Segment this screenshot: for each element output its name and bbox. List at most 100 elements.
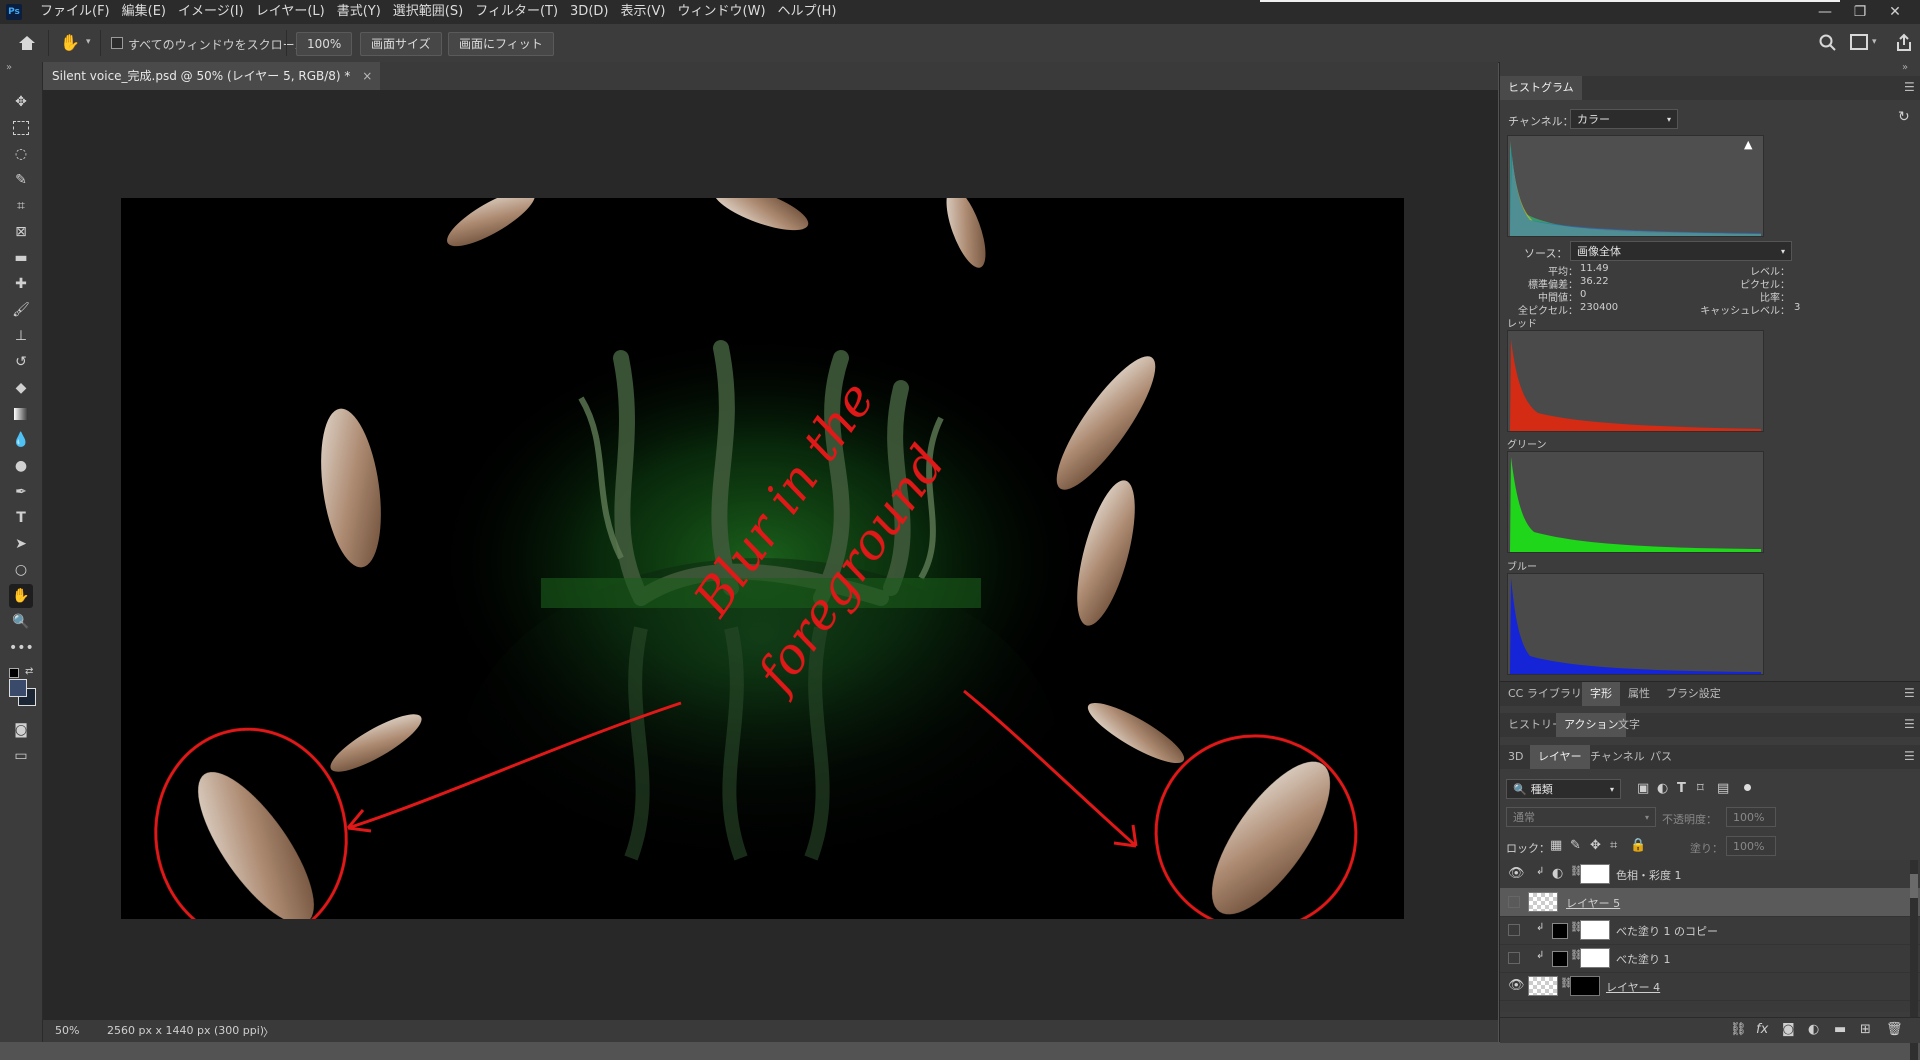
collapse-icon[interactable]: » [6,62,12,73]
ellipse-tool-icon[interactable]: ○ [9,558,33,582]
fit-screen-button[interactable]: 画面にフィット [448,32,554,56]
lock-artboard-icon[interactable]: ⌗ [1610,838,1617,853]
type-tool-icon[interactable]: T [9,506,33,530]
fill-color-swatch[interactable] [1552,923,1568,939]
share-icon[interactable] [1894,33,1914,53]
crop-tool-icon[interactable]: ⌗ [9,194,33,218]
ruler-tool-icon[interactable]: ▬ [9,246,33,270]
menu-type[interactable]: 書式(Y) [331,0,387,24]
fill-input[interactable]: 100% [1726,836,1776,856]
adjustment-icon[interactable]: ◐ [1808,1022,1819,1037]
lock-transparent-icon[interactable]: ▦ [1550,838,1562,853]
filter-toggle-icon[interactable] [1744,784,1751,791]
menu-image[interactable]: イメージ(I) [172,0,250,24]
path-select-icon[interactable]: ➤ [9,532,33,556]
status-menu-arrow[interactable]: 〉 [263,1024,274,1040]
brush-tool-icon[interactable]: 🖌 [9,298,33,322]
zoom-level[interactable]: 50% [55,1024,79,1037]
tab-brush-settings[interactable]: ブラシ設定 [1658,682,1729,706]
menu-layer[interactable]: レイヤー(L) [250,0,331,24]
history-brush-icon[interactable]: ↺ [9,350,33,374]
panel-menu-icon[interactable]: ☰ [1904,749,1915,763]
close-icon[interactable]: × [362,69,372,83]
zoom-tool-icon[interactable]: 🔍 [9,610,33,634]
panel-menu-icon[interactable]: ☰ [1904,717,1915,731]
eye-icon[interactable]: 👁 [1508,978,1525,993]
trash-icon[interactable]: 🗑 [1886,1022,1903,1037]
more-tools-icon[interactable]: ••• [9,636,34,660]
visibility-toggle[interactable] [1508,896,1520,908]
layer-filter-select[interactable]: 🔍 種類 ▾ [1506,779,1621,799]
tab-paths[interactable]: パス [1642,745,1680,769]
tab-layers[interactable]: レイヤー [1530,745,1590,769]
link-icon[interactable]: ⛓ [1730,1022,1747,1037]
tab-properties[interactable]: 属性 [1620,682,1658,706]
filter-type-icon[interactable]: T [1677,781,1686,796]
menu-view[interactable]: 表示(V) [614,0,671,24]
healing-brush-icon[interactable]: ✚ [9,272,33,296]
panel-menu-icon[interactable]: ☰ [1904,686,1915,700]
blur-tool-icon[interactable]: 💧 [9,428,33,452]
gradient-tool-icon[interactable] [9,402,33,426]
chevron-down-icon[interactable]: ▾ [1872,37,1877,47]
menu-window[interactable]: ウィンドウ(W) [672,0,772,24]
stamp-tool-icon[interactable]: ⊥ [9,324,33,348]
filter-pixel-icon[interactable]: ▣ [1637,781,1649,796]
eye-icon[interactable]: 👁 [1508,866,1525,881]
layer-mask-thumbnail[interactable] [1580,920,1610,940]
layer-mask-thumbnail[interactable] [1570,976,1600,996]
document-tab[interactable]: Silent voice_完成.psd @ 50% (レイヤー 5, RGB/8… [43,62,381,90]
screen-mode-icon[interactable]: ▭ [9,744,33,768]
dodge-tool-icon[interactable]: ● [9,454,33,478]
layer-row[interactable]: 👁 ↲ ◐ ⛓ 色相・彩度 1 [1500,860,1920,889]
mask-icon[interactable]: ◙ [1782,1022,1795,1037]
menu-file[interactable]: ファイル(F) [34,0,116,24]
home-icon[interactable] [16,32,38,54]
refresh-icon[interactable]: ↻ [1898,109,1910,125]
workspace-icon[interactable] [1850,34,1868,50]
blend-mode-select[interactable]: 通常 ▾ [1506,807,1656,827]
source-select[interactable]: 画像全体 ▾ [1570,241,1792,261]
scrollbar-thumb[interactable] [1910,874,1918,898]
hand-tool-icon[interactable]: ✋ [60,32,82,54]
swap-colors-icon[interactable]: ⇄ [25,666,33,677]
zoom-100-button[interactable]: 100% [296,32,353,56]
filter-adjustment-icon[interactable]: ◐ [1657,781,1668,796]
tab-character[interactable]: 文字 [1610,713,1648,737]
marquee-tool-icon[interactable] [9,116,33,140]
folder-icon[interactable]: ▬ [1834,1022,1846,1037]
chevron-down-icon[interactable]: ▾ [86,37,91,47]
visibility-toggle[interactable] [1508,924,1520,936]
menu-3d[interactable]: 3D(D) [564,0,614,24]
close-button[interactable]: ✕ [1880,0,1910,24]
lock-pixels-icon[interactable]: ✎ [1570,838,1581,853]
menu-help[interactable]: ヘルプ(H) [772,0,843,24]
layer-mask-thumbnail[interactable] [1580,864,1610,884]
fill-color-swatch[interactable] [1552,951,1568,967]
layer-row[interactable]: 👁 ⛓ レイヤー 4 [1500,972,1920,1001]
frame-tool-icon[interactable]: ⊠ [9,220,33,244]
restore-button[interactable]: ❐ [1845,0,1875,24]
move-tool-icon[interactable]: ✥ [9,90,33,114]
tab-histogram[interactable]: ヒストグラム [1500,76,1582,100]
filter-shape-icon[interactable]: ⌑ [1697,781,1704,796]
hand-tool-icon[interactable]: ✋ [9,584,33,608]
layer-row[interactable]: レイヤー 5 [1500,888,1920,917]
channel-select[interactable]: カラー ▾ [1570,109,1678,129]
tab-glyphs[interactable]: 字形 [1582,682,1620,706]
layer-mask-thumbnail[interactable] [1580,948,1610,968]
eraser-tool-icon[interactable]: ◆ [9,376,33,400]
opacity-input[interactable]: 100% [1726,807,1776,827]
lock-position-icon[interactable]: ✥ [1590,838,1601,853]
quick-mask-icon[interactable]: ◙ [9,718,33,742]
lock-all-icon[interactable]: 🔒 [1630,838,1646,853]
new-layer-icon[interactable]: ⊞ [1860,1022,1871,1037]
menu-filter[interactable]: フィルター(T) [469,0,564,24]
visibility-toggle[interactable] [1508,952,1520,964]
search-icon[interactable] [1818,33,1838,53]
document-canvas[interactable]: Blur in the foreground [121,198,1404,919]
panel-menu-icon[interactable]: ☰ [1904,80,1915,94]
lasso-tool-icon[interactable]: ◌ [9,142,33,166]
minimize-button[interactable]: — [1810,0,1840,24]
tab-3d[interactable]: 3D [1500,745,1531,769]
